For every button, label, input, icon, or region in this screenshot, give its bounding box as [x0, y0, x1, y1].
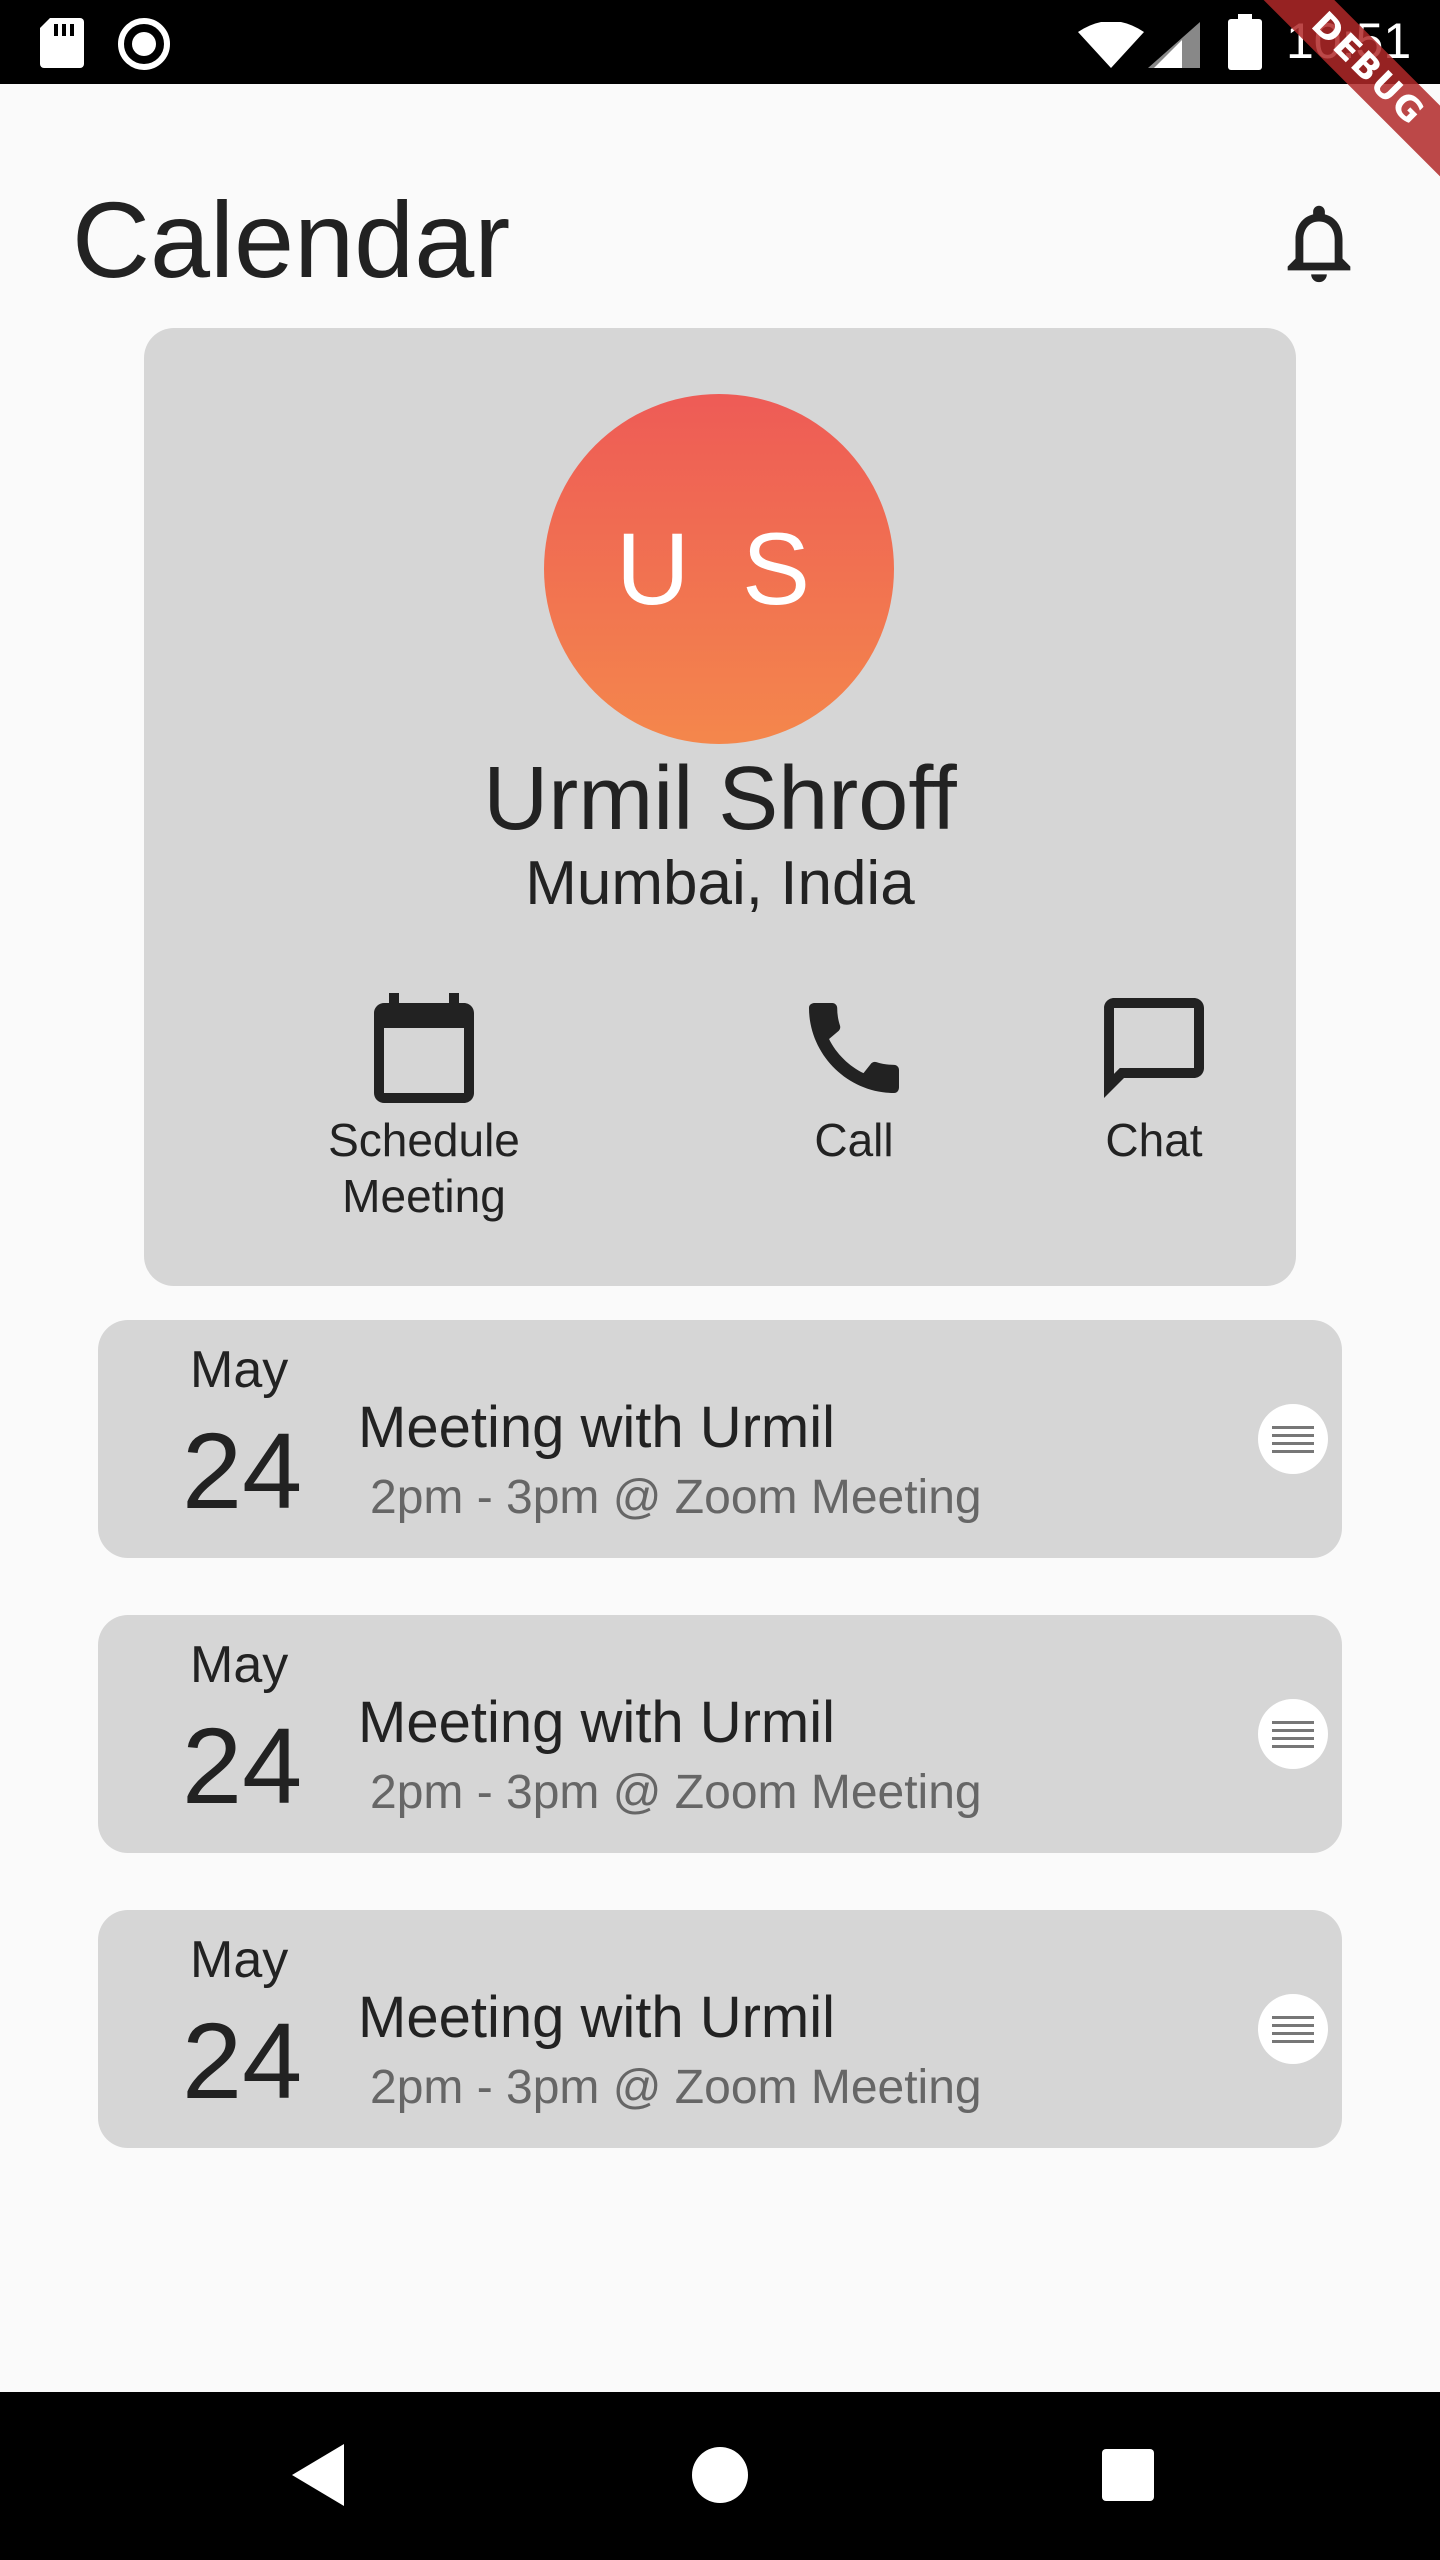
avatar[interactable]: U S	[544, 394, 894, 744]
profile-name: Urmil Shroff	[483, 749, 957, 849]
sd-card-icon	[40, 18, 84, 68]
meeting-day: 24	[182, 2000, 303, 2121]
chat-button[interactable]: Chat	[1044, 988, 1264, 1168]
record-icon	[118, 18, 170, 70]
battery-icon	[1228, 14, 1262, 70]
meeting-month: May	[190, 1341, 289, 1399]
signal-icon	[1148, 22, 1200, 68]
back-icon[interactable]	[288, 2440, 348, 2510]
chat-label: Chat	[1105, 1114, 1203, 1166]
schedule-label-line2: Meeting	[342, 1170, 506, 1222]
meeting-title: Meeting with Urmil	[358, 1395, 835, 1460]
navigation-bar	[0, 2392, 1440, 2560]
bell-icon[interactable]	[1272, 196, 1366, 290]
meeting-menu-button[interactable]	[1258, 1994, 1328, 2064]
meeting-card[interactable]: May 24 Meeting with Urmil 2pm - 3pm @ Zo…	[98, 1615, 1342, 1853]
meeting-menu-button[interactable]	[1258, 1404, 1328, 1474]
meeting-details: 2pm - 3pm @ Zoom Meeting	[370, 1766, 982, 1819]
profile-card: U S Urmil Shroff Mumbai, India Schedule …	[144, 328, 1296, 1286]
menu-icon	[1272, 1426, 1314, 1453]
status-bar: 10:51 DEBUG	[0, 0, 1440, 179]
meeting-title: Meeting with Urmil	[358, 1985, 835, 2050]
calendar-icon	[374, 993, 474, 1103]
schedule-label-line1: Schedule	[328, 1114, 520, 1166]
recent-apps-icon[interactable]	[1098, 2440, 1158, 2510]
meeting-month: May	[190, 1636, 289, 1694]
meeting-day: 24	[182, 1705, 303, 1826]
meeting-month: May	[190, 1931, 289, 1989]
calendar-screen: 10:51 DEBUG Calendar U S Urmil Shroff Mu…	[0, 0, 1440, 2560]
meeting-card[interactable]: May 24 Meeting with Urmil 2pm - 3pm @ Zo…	[98, 1910, 1342, 2148]
meeting-details: 2pm - 3pm @ Zoom Meeting	[370, 2061, 982, 2114]
schedule-meeting-button[interactable]: Schedule Meeting	[304, 988, 544, 1224]
call-button[interactable]: Call	[754, 988, 954, 1168]
meeting-title: Meeting with Urmil	[358, 1690, 835, 1755]
meeting-card[interactable]: May 24 Meeting with Urmil 2pm - 3pm @ Zo…	[98, 1320, 1342, 1558]
meeting-details: 2pm - 3pm @ Zoom Meeting	[370, 1471, 982, 1524]
profile-location: Mumbai, India	[525, 849, 915, 918]
home-icon[interactable]	[690, 2440, 750, 2510]
menu-icon	[1272, 1721, 1314, 1748]
chat-icon	[1104, 998, 1204, 1098]
phone-icon	[809, 1003, 899, 1093]
menu-icon	[1272, 2016, 1314, 2043]
meeting-day: 24	[182, 1410, 303, 1531]
meeting-menu-button[interactable]	[1258, 1699, 1328, 1769]
wifi-icon	[1078, 22, 1144, 68]
call-label: Call	[814, 1114, 894, 1166]
status-time: 10:51	[1286, 13, 1412, 69]
page-title: Calendar	[72, 179, 511, 300]
